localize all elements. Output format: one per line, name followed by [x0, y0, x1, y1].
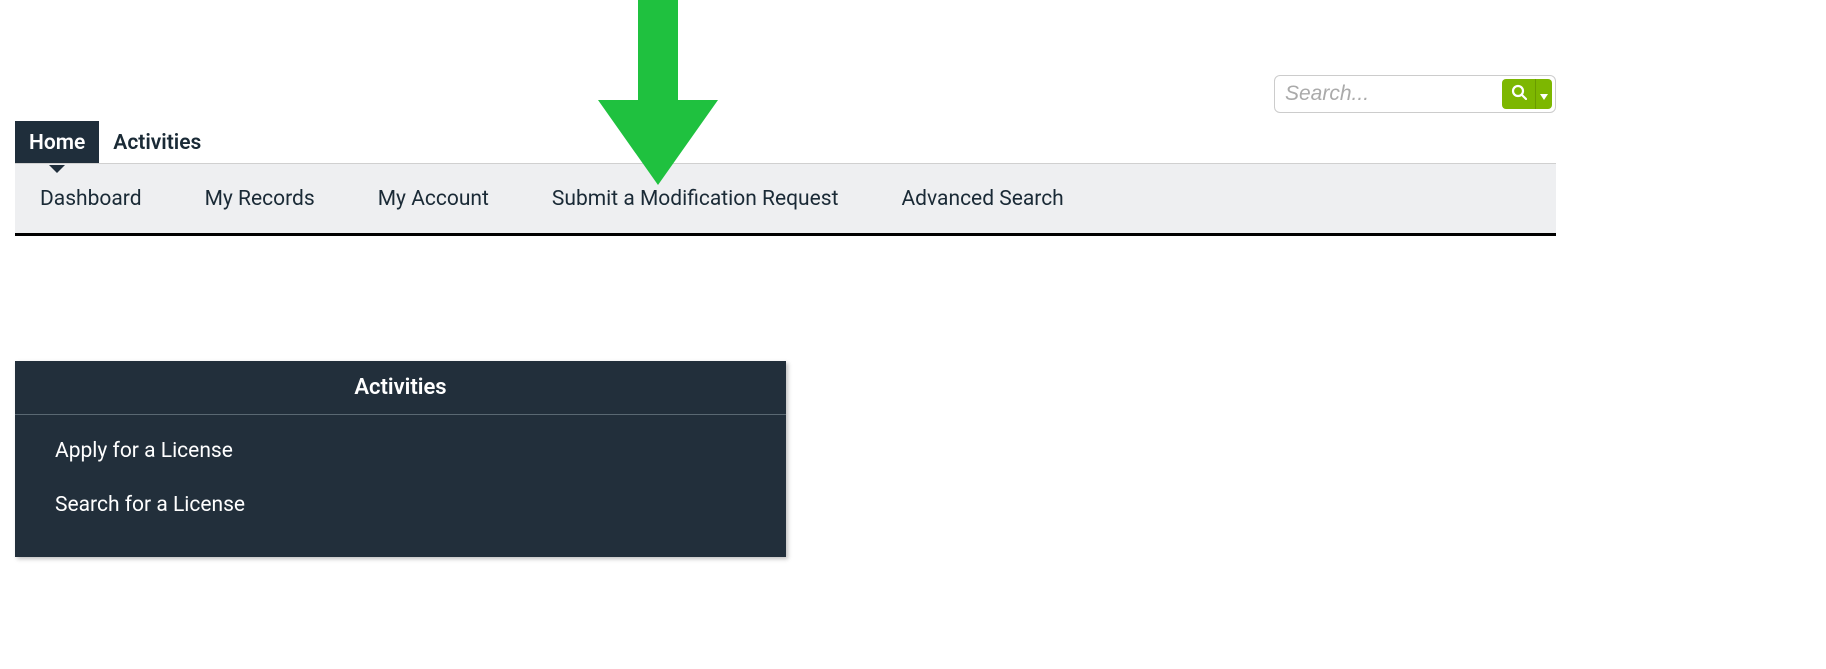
search-button-group	[1502, 79, 1552, 109]
activities-item-apply-license[interactable]: Apply for a License	[15, 425, 786, 479]
activities-panel: Activities Apply for a License Search fo…	[15, 361, 786, 557]
subnav-label: Advanced Search	[901, 187, 1063, 211]
chevron-down-icon	[1540, 85, 1548, 104]
subnav-dashboard[interactable]: Dashboard	[40, 187, 142, 211]
annotation-arrow-icon	[598, 0, 718, 189]
search-icon	[1511, 84, 1527, 104]
subnav-submit-modification-request[interactable]: Submit a Modification Request	[552, 187, 839, 211]
tab-label: Home	[29, 131, 85, 155]
search-dropdown-button[interactable]	[1536, 79, 1552, 109]
activities-item-label: Apply for a License	[55, 439, 233, 463]
tab-label: Activities	[113, 131, 201, 155]
search-container	[1274, 75, 1556, 113]
top-tabs: Home Activities	[15, 121, 215, 165]
subnav-my-account[interactable]: My Account	[378, 187, 489, 211]
activities-list: Apply for a License Search for a License	[15, 415, 786, 557]
tab-activities[interactable]: Activities	[99, 121, 215, 165]
search-button[interactable]	[1502, 79, 1536, 109]
activities-item-label: Search for a License	[55, 493, 245, 517]
tab-home[interactable]: Home	[15, 121, 99, 165]
subnav-label: Dashboard	[40, 187, 142, 211]
subnav-label: My Records	[205, 187, 315, 211]
subnav-advanced-search[interactable]: Advanced Search	[901, 187, 1063, 211]
activities-panel-title: Activities	[15, 361, 786, 415]
sub-nav: Dashboard My Records My Account Submit a…	[15, 163, 1556, 236]
activities-item-search-license[interactable]: Search for a License	[15, 479, 786, 533]
activities-title-text: Activities	[354, 375, 446, 400]
subnav-my-records[interactable]: My Records	[205, 187, 315, 211]
subnav-label: My Account	[378, 187, 489, 211]
subnav-label: Submit a Modification Request	[552, 187, 839, 211]
